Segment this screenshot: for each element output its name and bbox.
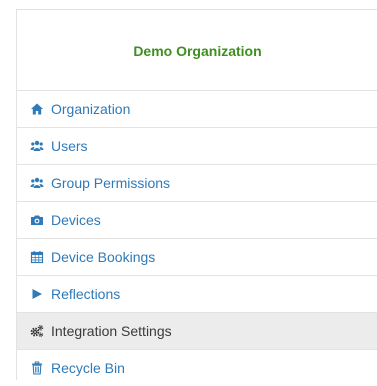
users-icon	[30, 176, 44, 190]
menu-item-users[interactable]: Users	[17, 128, 377, 165]
gears-icon	[30, 324, 44, 338]
menu-item-device-bookings[interactable]: Device Bookings	[17, 239, 377, 276]
menu-item-label: Reflections	[51, 286, 121, 302]
calendar-icon	[30, 250, 44, 264]
trash-icon	[30, 361, 44, 375]
users-icon	[30, 139, 44, 153]
menu-item-reflections[interactable]: Reflections	[17, 276, 377, 313]
menu-item-label: Group Permissions	[51, 175, 171, 191]
play-icon	[30, 287, 44, 301]
menu-item-label: Recycle Bin	[51, 360, 125, 376]
menu-item-devices[interactable]: Devices	[17, 202, 377, 239]
menu-item-organization[interactable]: Organization	[17, 91, 377, 128]
menu-item-group-permissions[interactable]: Group Permissions	[17, 165, 377, 202]
menu-item-label: Integration Settings	[51, 323, 172, 339]
menu-item-recycle-bin[interactable]: Recycle Bin	[17, 350, 377, 386]
organization-name: Demo Organization	[133, 43, 262, 59]
menu-item-label: Device Bookings	[51, 249, 156, 265]
settings-menu: Organization Users Group Permissions Dev…	[17, 91, 377, 386]
menu-item-label: Devices	[51, 212, 101, 228]
organization-header: Demo Organization	[17, 10, 377, 91]
menu-item-integration-settings[interactable]: Integration Settings	[17, 313, 377, 350]
settings-panel: Demo Organization Organization Users Gro…	[16, 9, 377, 380]
menu-item-label: Organization	[51, 101, 131, 117]
camera-icon	[30, 213, 44, 227]
home-icon	[30, 102, 44, 116]
menu-item-label: Users	[51, 138, 88, 154]
